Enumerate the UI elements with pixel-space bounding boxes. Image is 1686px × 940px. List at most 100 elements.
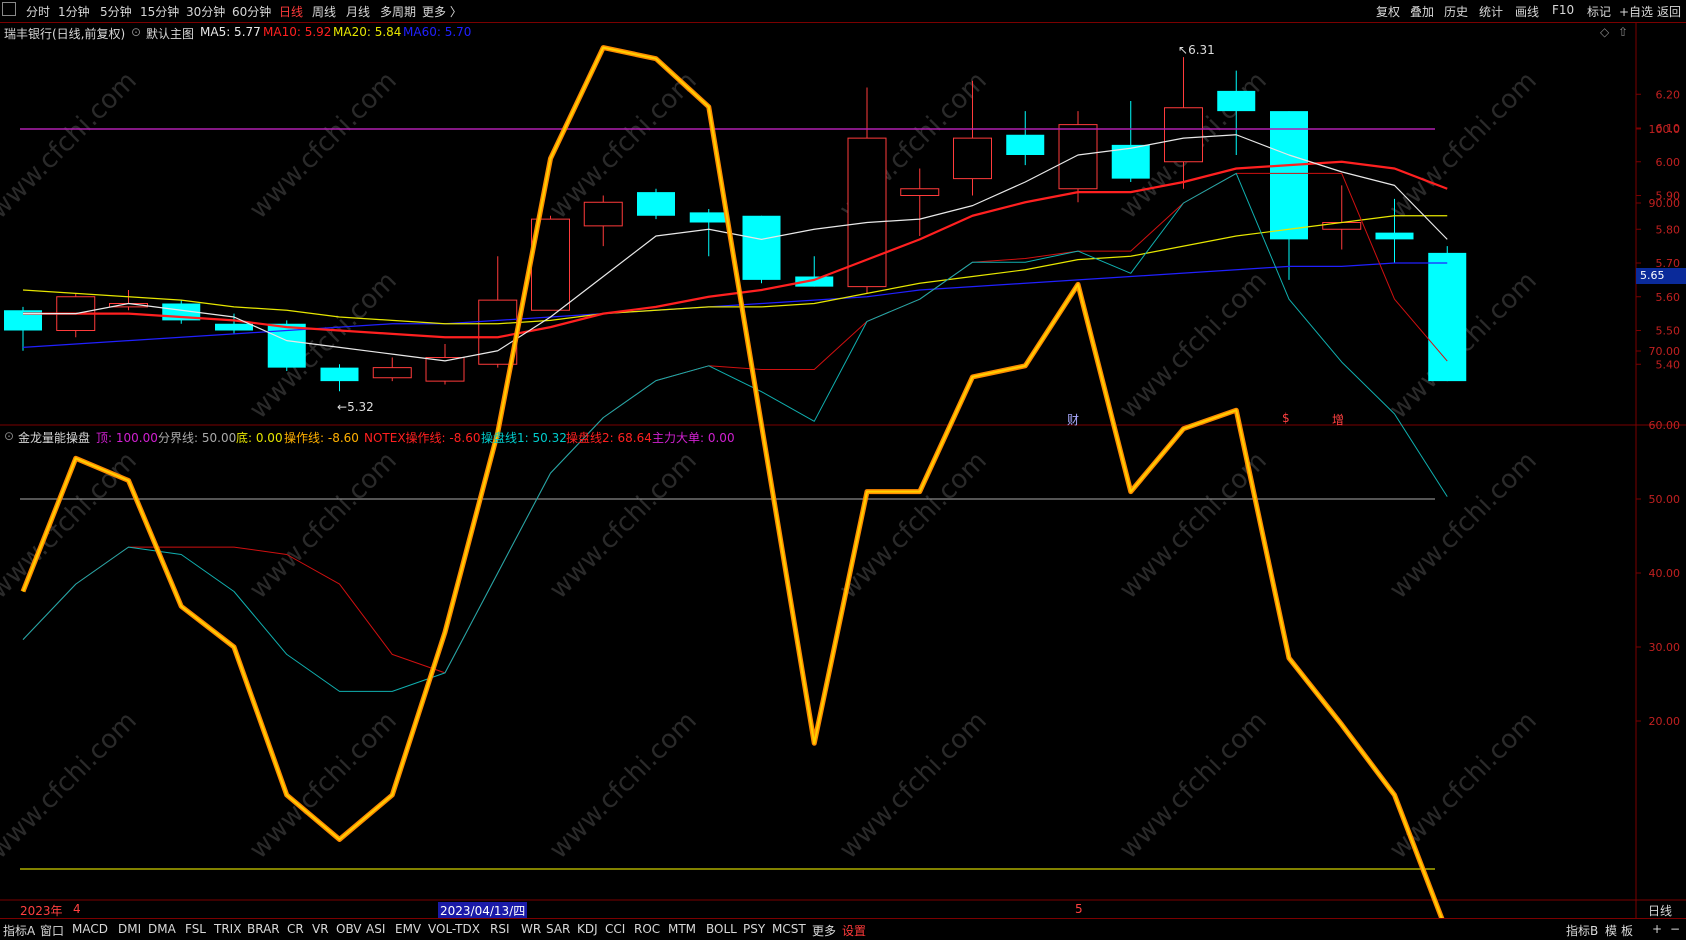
candle-body-down — [320, 367, 359, 382]
tab-asi[interactable]: ASI — [366, 922, 385, 936]
candle — [583, 195, 623, 247]
tab-wr[interactable]: WR — [521, 922, 541, 936]
tab-emv[interactable]: EMV — [395, 922, 421, 936]
year-label: 2023年 — [20, 904, 63, 918]
price-tick-label: 5.60 — [1656, 291, 1681, 304]
tab-kdj[interactable]: KDJ — [577, 922, 598, 936]
watermark-text: www.cfchi.com — [1114, 266, 1273, 425]
indicator-tick-label: 40.00 — [1649, 567, 1681, 580]
candle-body-down — [1270, 111, 1308, 240]
price-tick-label: 5.40 — [1656, 358, 1681, 371]
watermark-text: www.cfchi.com — [1384, 66, 1543, 225]
candle — [56, 293, 96, 338]
watermark-text: www.cfchi.com — [0, 706, 143, 865]
stock-chart-canvas[interactable]: www.cfchi.com www.cfchi.com www.cfchi.com w… — [0, 0, 1686, 939]
indicator-tick-label: 70.00 — [1649, 345, 1681, 358]
tab-psy[interactable]: PSY — [743, 922, 765, 936]
candle — [1322, 185, 1362, 250]
tab-mcst[interactable]: MCST — [772, 922, 806, 936]
tab-rsi[interactable]: RSI — [490, 922, 510, 936]
tab-obv[interactable]: OBV — [336, 922, 362, 936]
candle-body-up — [1164, 107, 1203, 163]
tab-cci[interactable]: CCI — [605, 922, 625, 936]
indicator-b-tab[interactable]: 指标B — [1566, 922, 1598, 939]
price-tick-label: 5.50 — [1656, 325, 1681, 338]
tab-更多[interactable]: 更多 — [812, 922, 836, 939]
indicator-top: 顶: 100.00 — [96, 431, 158, 445]
candle — [637, 188, 675, 220]
watermark-text: www.cfchi.com — [544, 66, 703, 225]
tab-vol-tdx[interactable]: VOL-TDX — [428, 922, 480, 936]
template-tab[interactable]: 模 — [1605, 922, 1617, 939]
candle — [900, 168, 940, 236]
tab-sar[interactable]: SAR — [546, 922, 570, 936]
indicator-tabs: 指标A 窗口 MACD DMI DMA FSL TRIX BRAR CR VR OBV ASI EMV V… — [0, 918, 1686, 940]
watermark-text: www.cfchi.com — [1114, 706, 1273, 865]
indicator-legend: ⊙ 金龙量能操盘 顶: 100.00 分界线: 50.00 底: 0.00 操作… — [0, 427, 1636, 445]
candle-body-down — [1006, 134, 1045, 155]
tab-dma[interactable]: DMA — [148, 922, 176, 936]
price-tick-label: 6.20 — [1656, 88, 1681, 101]
month-4-label: 4 — [73, 902, 81, 916]
candle — [372, 357, 412, 382]
tab-macd[interactable]: MACD — [72, 922, 108, 936]
indicator-tick-label: 20.00 — [1649, 715, 1681, 728]
add-pane-icon[interactable]: + — [1652, 922, 1662, 936]
tab-boll[interactable]: BOLL — [706, 922, 737, 936]
candle-body-up — [372, 367, 412, 379]
cursor-date-label: 2023/04/13/四 — [438, 902, 528, 919]
indicator-tick-label: 100.0 — [1649, 123, 1681, 136]
tab-dmi[interactable]: DMI — [118, 922, 141, 936]
indicator-name[interactable]: 金龙量能操盘 — [18, 429, 90, 446]
candle — [1111, 101, 1150, 182]
candle-body-down — [215, 323, 253, 331]
watermark-text: www.cfchi.com — [544, 446, 703, 605]
tab-指标a[interactable]: 指标A — [3, 922, 35, 939]
tab-cr[interactable]: CR — [287, 922, 304, 936]
candle — [847, 87, 887, 294]
indicator-settings-icon[interactable]: ⊙ — [4, 429, 14, 443]
candle — [1006, 111, 1045, 166]
finance-marker[interactable]: 财 — [1067, 411, 1079, 428]
indicator-tick-label: 90.00 — [1649, 197, 1681, 210]
indicator-tick-label: 50.00 — [1649, 493, 1681, 506]
tab-fsl[interactable]: FSL — [185, 922, 206, 936]
remove-pane-icon[interactable]: − — [1670, 922, 1680, 936]
candle — [1058, 111, 1098, 203]
dividend-marker[interactable]: $ — [1282, 411, 1290, 425]
candle — [425, 344, 465, 385]
tab-mtm[interactable]: MTM — [668, 922, 696, 936]
watermark-text: www.cfchi.com — [1384, 706, 1543, 865]
price-tick-label: 5.80 — [1656, 223, 1681, 236]
watermark-text: www.cfchi.com — [0, 66, 143, 225]
indicator-line2 — [22, 172, 1448, 674]
candle-body-down — [1375, 232, 1414, 240]
tab-设置[interactable]: 设置 — [842, 922, 866, 939]
candle-body-down — [689, 212, 728, 223]
indicator-notex: NOTEX操作线: -8.60 — [364, 431, 481, 445]
tab-roc[interactable]: ROC — [634, 922, 660, 936]
indicator-bottom: 底: 0.00 — [236, 431, 283, 445]
period-label: 日线 — [1648, 904, 1673, 918]
date-axis: 2023年 4 2023/04/13/四 5 日线 — [0, 902, 1672, 919]
watermark-text: www.cfchi.com — [244, 66, 403, 225]
candle — [742, 215, 781, 284]
indicator-tick-label: 30.00 — [1649, 641, 1681, 654]
candle-body-down — [1428, 252, 1467, 382]
candle-body-down — [637, 192, 675, 216]
watermark-text: www.cfchi.com — [244, 446, 403, 605]
current-price-box: 5.65 — [1636, 268, 1686, 284]
tab-窗口[interactable]: 窗口 — [40, 922, 64, 939]
indicator-op-line: 操作线: -8.60 — [284, 431, 359, 445]
indicator-divider: 分界线: 50.00 — [158, 431, 237, 445]
price-tick-label: 6.00 — [1656, 156, 1681, 169]
increase-marker[interactable]: 增 — [1332, 411, 1344, 428]
candle-body-up — [953, 137, 992, 180]
tab-vr[interactable]: VR — [312, 922, 329, 936]
watermark-text: www.cfchi.com — [834, 706, 993, 865]
board-tab[interactable]: 板 — [1621, 922, 1633, 939]
tab-trix[interactable]: TRIX — [214, 922, 241, 936]
watermark-text: www.cfchi.com — [544, 706, 703, 865]
candle-body-up — [1058, 124, 1098, 190]
tab-brar[interactable]: BRAR — [247, 922, 280, 936]
